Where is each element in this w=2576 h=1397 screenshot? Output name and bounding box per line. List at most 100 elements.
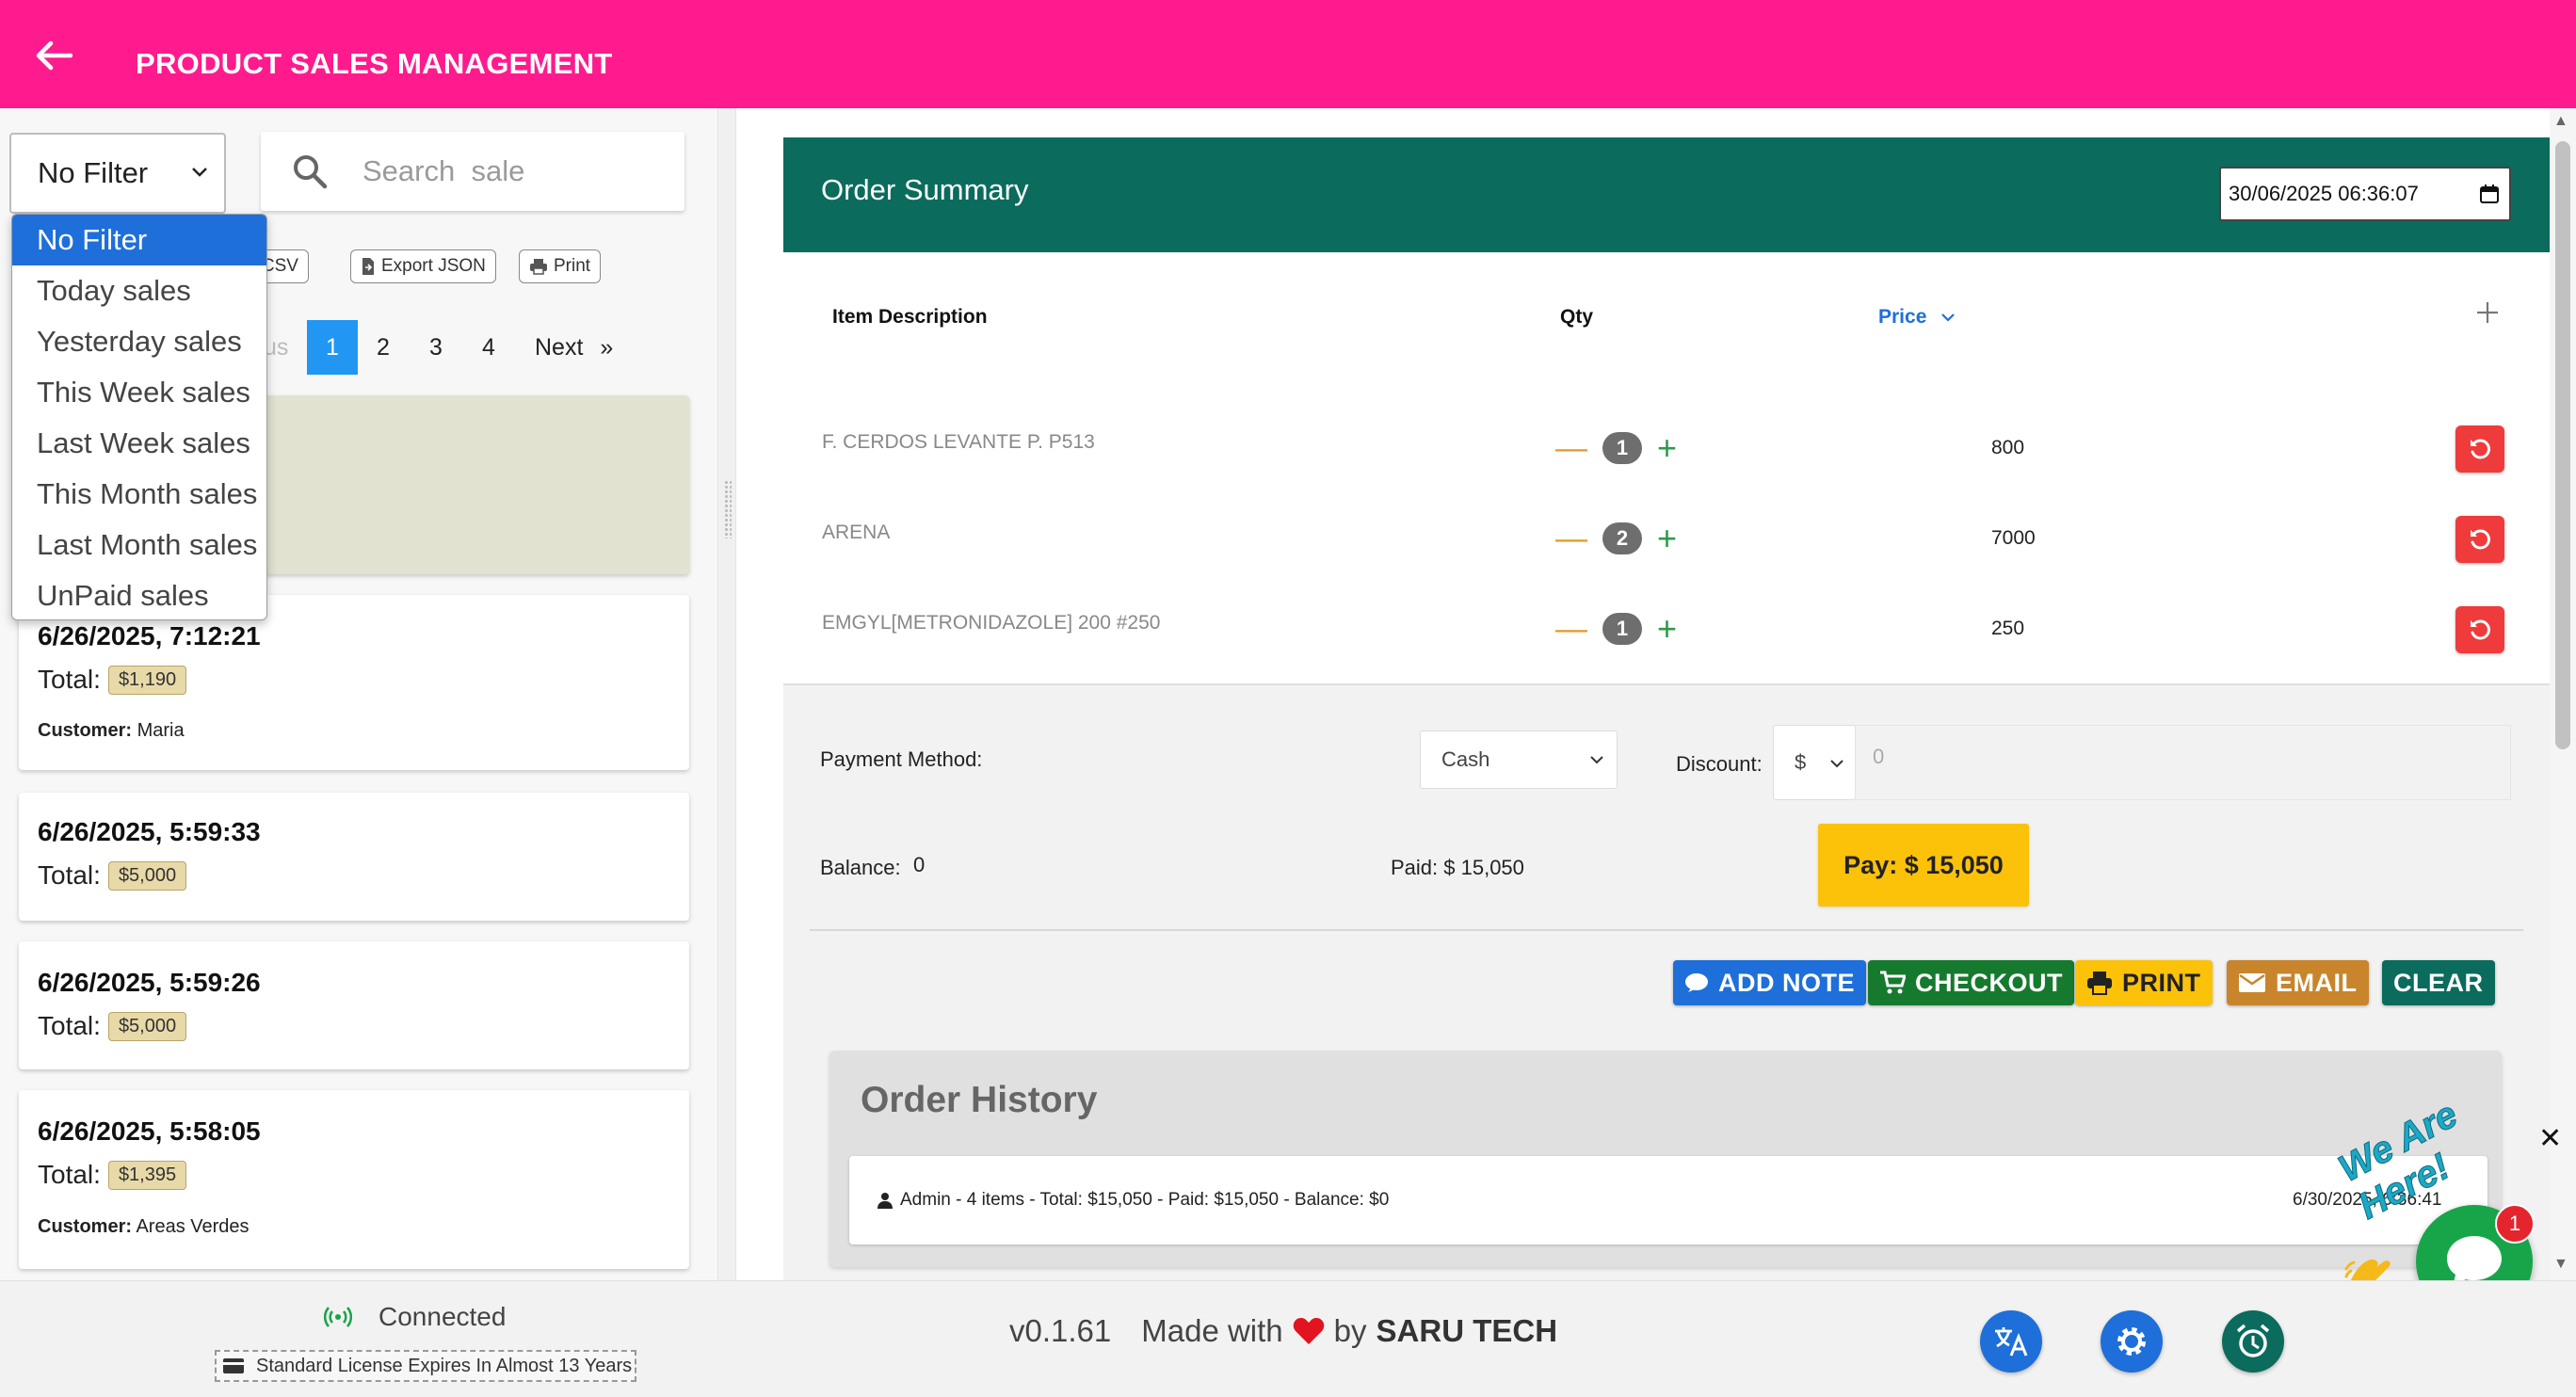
back-button[interactable] (26, 28, 81, 83)
chevron-down-icon (1830, 760, 1843, 768)
filter-option[interactable]: Last Month sales (12, 520, 266, 570)
page-2[interactable]: 2 (358, 320, 409, 375)
sales-card[interactable]: 6/26/2025, 7:12:21 Total: $1,190 Custome… (19, 595, 689, 770)
filter-option[interactable]: Yesterday sales (12, 316, 266, 367)
item-price: 800 (1991, 437, 2025, 458)
printer-icon (2087, 971, 2112, 995)
qty-badge: 1 (1602, 432, 1642, 464)
next-arrow-icon: » (600, 333, 614, 361)
translate-button[interactable] (1980, 1310, 2042, 1373)
sale-total: Total: $5,000 (38, 860, 187, 891)
undo-icon (2471, 619, 2490, 640)
file-export-icon (362, 258, 374, 275)
scroll-down-icon[interactable]: ▼ (2553, 1256, 2568, 1273)
total-label: Total: (38, 1011, 101, 1040)
filter-option[interactable]: Last Week sales (12, 418, 266, 469)
plus-icon[interactable]: + (1657, 522, 1677, 555)
total-label: Total: (38, 665, 101, 694)
filter-select[interactable]: No Filter (9, 133, 226, 214)
pay-button[interactable]: Pay: $ 15,050 (1818, 824, 2029, 907)
quantity-stepper: — 1 + (1555, 612, 1677, 646)
item-description: ARENA (822, 522, 891, 543)
discount-type-value: $ (1795, 750, 1807, 774)
scrollbar-thumb[interactable] (2555, 141, 2570, 749)
undo-icon (2471, 529, 2490, 550)
divider (810, 929, 2523, 931)
quantity-stepper: — 2 + (1555, 522, 1677, 555)
total-label: Total: (38, 860, 101, 890)
remove-item-button[interactable] (2455, 516, 2504, 563)
total-badge: $1,190 (107, 665, 187, 695)
plus-icon[interactable]: + (1657, 431, 1677, 465)
print-list-label: Print (554, 256, 591, 276)
alarm-clock-icon (2236, 1324, 2270, 1357)
chat-notification-badge: 1 (2495, 1204, 2535, 1244)
add-item-button[interactable] (2474, 299, 2501, 330)
paid-amount: Paid: $ 15,050 (1391, 856, 1524, 879)
export-json-button[interactable]: Export JSON (350, 249, 496, 283)
chevron-down-icon (192, 168, 207, 177)
filter-option[interactable]: No Filter (12, 215, 266, 265)
column-header-price[interactable]: Price (1878, 306, 1956, 329)
remove-item-button[interactable] (2455, 606, 2504, 653)
filter-selected-value: No Filter (38, 156, 149, 189)
id-card-icon (223, 1358, 244, 1373)
order-history-title: Order History (861, 1080, 1098, 1120)
page-title: PRODUCT SALES MANAGEMENT (136, 47, 613, 80)
filter-option[interactable]: Today sales (12, 265, 266, 316)
checkout-label: CHECKOUT (1915, 968, 2063, 997)
grip-icon (724, 480, 732, 538)
total-badge: $5,000 (107, 1011, 187, 1041)
sales-card[interactable]: 6/26/2025, 5:59:33 Total: $5,000 (19, 793, 689, 921)
cart-icon (1880, 971, 1906, 994)
order-datetime-input[interactable]: 30/06/2025 06:36:07 (2219, 167, 2511, 221)
checkout-button[interactable]: CHECKOUT (1868, 960, 2074, 1005)
plus-icon[interactable]: + (1657, 612, 1677, 646)
scroll-up-icon[interactable]: ▲ (2553, 113, 2568, 130)
search-input[interactable] (362, 149, 664, 194)
export-json-label: Export JSON (381, 256, 486, 276)
print-button[interactable]: PRINT (2075, 960, 2213, 1005)
chevron-down-icon (1590, 756, 1603, 764)
wifi-signal-icon (324, 1307, 352, 1327)
minus-icon[interactable]: — (1555, 432, 1587, 464)
discount-input[interactable]: 0 (1855, 725, 2511, 800)
remove-item-button[interactable] (2455, 426, 2504, 473)
gear-icon (2117, 1327, 2146, 1356)
minus-icon[interactable]: — (1555, 522, 1587, 554)
sale-date: 6/26/2025, 5:59:26 (38, 968, 261, 997)
add-note-button[interactable]: ADD NOTE (1673, 960, 1866, 1005)
print-list-button[interactable]: Print (519, 249, 602, 283)
filter-option[interactable]: This Month sales (12, 469, 266, 520)
page-3[interactable]: 3 (411, 320, 461, 375)
close-icon[interactable]: ✕ (2538, 1122, 2562, 1155)
search-box (261, 132, 684, 211)
payment-method-label: Payment Method: (820, 747, 983, 771)
page-4[interactable]: 4 (463, 320, 514, 375)
pagination-next[interactable]: Next » (535, 320, 613, 375)
minus-icon[interactable]: — (1555, 613, 1587, 645)
clear-button[interactable]: CLEAR (2382, 960, 2495, 1005)
email-button[interactable]: EMAIL (2227, 960, 2369, 1005)
page-1[interactable]: 1 (307, 320, 358, 375)
payment-method-select[interactable]: Cash (1420, 731, 1618, 789)
panel-splitter[interactable] (717, 108, 736, 1280)
history-entry-summary: Admin - 4 items - Total: $15,050 - Paid:… (877, 1190, 1389, 1211)
mail-icon (2239, 973, 2265, 992)
filter-option[interactable]: This Week sales (12, 367, 266, 418)
version-label: v0.1.61 (1009, 1313, 1112, 1348)
connection-status-text: Connected (378, 1302, 507, 1331)
sale-customer: Customer: Areas Verdes (38, 1216, 250, 1238)
sales-card[interactable]: 6/26/2025, 5:59:26 Total: $5,000 (19, 941, 689, 1069)
alarm-button[interactable] (2222, 1310, 2284, 1373)
filter-option[interactable]: UnPaid sales (12, 570, 266, 619)
sales-card[interactable]: 6/26/2025, 5:58:05 Total: $1,395 Custome… (19, 1090, 689, 1269)
search-icon (294, 155, 328, 189)
total-badge: $1,395 (107, 1160, 187, 1190)
column-header-description: Item Description (832, 306, 988, 328)
discount-type-select[interactable]: $ (1773, 725, 1856, 800)
heart-icon (1293, 1318, 1324, 1344)
total-badge: $5,000 (107, 860, 187, 891)
company-name: SARU TECH (1376, 1313, 1558, 1348)
settings-button[interactable] (2101, 1310, 2163, 1373)
